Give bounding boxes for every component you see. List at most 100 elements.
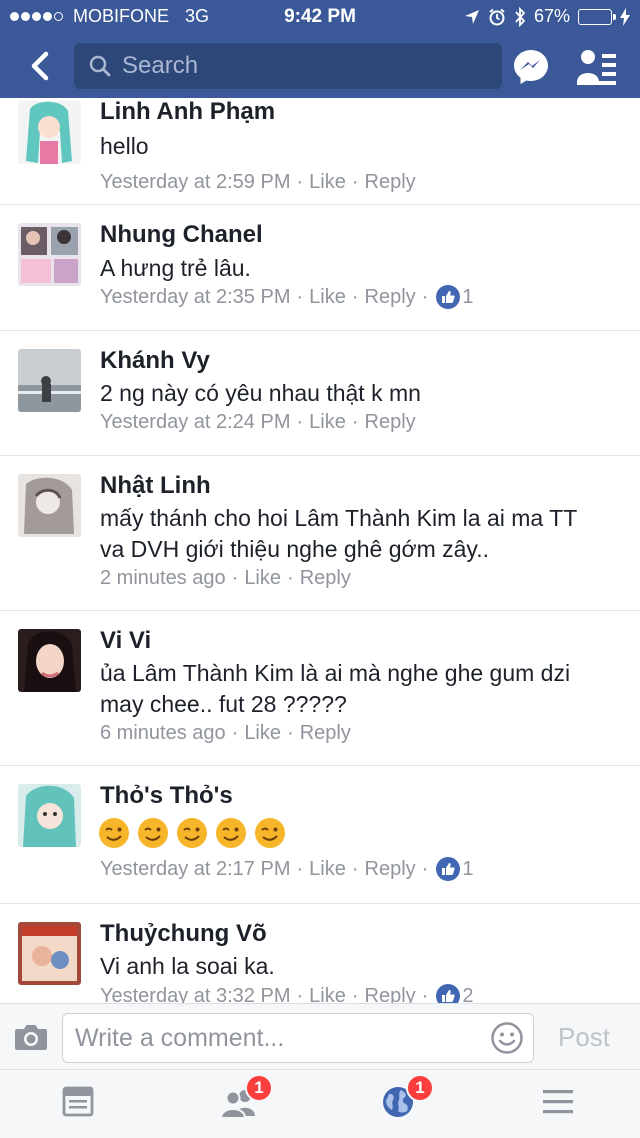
notification-badge: 1: [245, 1074, 273, 1102]
comment-meta: 6 minutes ago · Like · Reply: [100, 722, 351, 745]
like-count-badge[interactable]: 2: [434, 984, 473, 1003]
search-placeholder: Search: [122, 52, 199, 79]
comment-item: Thỏ's Thỏ's Yesterday at 2:17 PM · Like …: [0, 766, 640, 904]
meta-separator: ·: [287, 722, 294, 744]
reply-link[interactable]: Reply: [365, 286, 416, 309]
thumbs-up-icon: [436, 984, 461, 1003]
winking-face-icon: [216, 818, 246, 848]
comment-author[interactable]: Khánh Vy: [100, 347, 210, 375]
reply-link[interactable]: Reply: [365, 411, 416, 434]
meta-separator: ·: [351, 411, 359, 433]
comment-meta: 2 minutes ago · Like · Reply: [100, 567, 351, 590]
meta-separator: ·: [296, 857, 304, 880]
comment-item: Thuỷchung Võ Vi anh la soai ka. Yesterda…: [0, 904, 640, 1003]
meta-separator: ·: [351, 857, 359, 880]
like-count: 1: [462, 857, 474, 880]
reply-link[interactable]: Reply: [365, 171, 416, 194]
post-button[interactable]: Post: [558, 1022, 610, 1053]
notification-badge: 1: [406, 1074, 434, 1102]
comment-text: Vi anh la soai ka.: [100, 953, 275, 979]
like-link[interactable]: Like: [309, 411, 346, 434]
tab-friends[interactable]: 1: [219, 1074, 273, 1124]
comment-text: hello: [100, 133, 149, 159]
comment-author[interactable]: Linh Anh Phạm: [100, 98, 275, 126]
avatar[interactable]: [18, 101, 81, 164]
comment-text-line: va DVH giới thiệu nghe ghê gớm zây..: [100, 536, 489, 562]
comment-time[interactable]: Yesterday at 2:35 PM: [100, 286, 291, 309]
top-bar: MOBIFONE 3G 9:42 PM 67% Search: [0, 0, 640, 98]
comment-meta: Yesterday at 2:24 PM · Like · Reply: [100, 411, 416, 434]
like-link[interactable]: Like: [309, 985, 346, 1004]
comment-meta: Yesterday at 3:32 PM · Like · Reply · 2: [100, 984, 473, 1003]
avatar[interactable]: [18, 223, 81, 286]
news-feed-icon: [62, 1086, 94, 1117]
comment-item: Khánh Vy 2 ng này có yêu nhau thật k mn …: [0, 331, 640, 456]
friend-requests-icon[interactable]: [574, 48, 618, 86]
emoji-row: [98, 817, 286, 849]
like-count: 1: [462, 285, 474, 308]
winking-face-icon: [138, 818, 168, 848]
like-link[interactable]: Like: [309, 171, 346, 194]
avatar[interactable]: [18, 629, 81, 692]
like-count-badge[interactable]: 1: [434, 285, 473, 309]
battery-percent: 67%: [533, 6, 570, 26]
like-link[interactable]: Like: [244, 722, 281, 745]
comment-text-line: mấy thánh cho hoi Lâm Thành Kim la ai ma…: [100, 505, 578, 531]
status-bar: MOBIFONE 3G 9:42 PM 67%: [0, 0, 640, 34]
tab-menu[interactable]: [540, 1084, 580, 1124]
winking-face-icon: [177, 818, 207, 848]
messenger-icon[interactable]: [512, 48, 550, 86]
camera-icon[interactable]: [14, 1022, 48, 1052]
comment-time[interactable]: 6 minutes ago: [100, 722, 226, 745]
comment-author[interactable]: Nhật Linh: [100, 472, 211, 500]
meta-separator: ·: [421, 857, 429, 880]
comment-author[interactable]: Thuỷchung Võ: [100, 920, 267, 948]
thumbs-up-icon: [436, 857, 461, 881]
comment-time[interactable]: 2 minutes ago: [100, 567, 226, 590]
meta-separator: ·: [421, 984, 429, 1004]
reply-link[interactable]: Reply: [300, 567, 351, 590]
comment-time[interactable]: Yesterday at 2:59 PM: [100, 171, 291, 194]
tab-notifications[interactable]: 1: [380, 1074, 434, 1124]
avatar[interactable]: [18, 784, 81, 847]
comment-meta: Yesterday at 2:59 PM · Like · Reply: [100, 171, 416, 194]
like-count-badge[interactable]: 1: [434, 857, 473, 881]
meta-separator: ·: [296, 984, 304, 1004]
reply-link[interactable]: Reply: [365, 858, 416, 881]
winking-face-icon: [255, 818, 285, 848]
search-input[interactable]: Search: [74, 43, 502, 89]
comments-list[interactable]: Linh Anh Phạm hello Yesterday at 2:59 PM…: [0, 98, 640, 1003]
nav-bar: Search: [0, 34, 640, 98]
status-right: 67%: [464, 6, 630, 27]
comment-author[interactable]: Vi Vi: [100, 627, 151, 655]
like-link[interactable]: Like: [244, 567, 281, 590]
comment-text: ủa Lâm Thành Kim là ai mà nghe ghe gum d…: [100, 658, 630, 720]
avatar[interactable]: [18, 474, 81, 537]
smiley-icon[interactable]: [490, 1021, 524, 1055]
reply-link[interactable]: Reply: [300, 722, 351, 745]
battery-icon: [578, 8, 616, 25]
comment-item: Nhật Linh mấy thánh cho hoi Lâm Thành Ki…: [0, 456, 640, 611]
avatar[interactable]: [18, 349, 81, 412]
comment-time[interactable]: Yesterday at 2:24 PM: [100, 411, 291, 434]
charging-bolt-icon: [620, 7, 630, 26]
avatar[interactable]: [18, 922, 81, 985]
meta-separator: ·: [351, 984, 359, 1004]
comment-input[interactable]: Write a comment...: [62, 1013, 534, 1063]
meta-separator: ·: [421, 285, 429, 308]
comment-author[interactable]: Nhung Chanel: [100, 221, 263, 249]
chevron-left-icon[interactable]: [22, 46, 62, 86]
comment-meta: Yesterday at 2:17 PM · Like · Reply · 1: [100, 857, 473, 881]
comment-time[interactable]: Yesterday at 2:17 PM: [100, 858, 291, 881]
reply-link[interactable]: Reply: [365, 985, 416, 1004]
comment-time[interactable]: Yesterday at 3:32 PM: [100, 985, 291, 1004]
comment-author[interactable]: Thỏ's Thỏ's: [100, 782, 233, 810]
comment-meta: Yesterday at 2:35 PM · Like · Reply · 1: [100, 285, 473, 309]
like-link[interactable]: Like: [309, 858, 346, 881]
tab-news-feed[interactable]: [61, 1084, 101, 1124]
like-link[interactable]: Like: [309, 286, 346, 309]
alarm-clock-icon: [489, 8, 505, 25]
comment-text-line: ủa Lâm Thành Kim là ai mà nghe ghe gum d…: [100, 660, 571, 686]
location-arrow-icon: [464, 9, 479, 24]
comment-text: A hưng trẻ lâu.: [100, 255, 251, 281]
